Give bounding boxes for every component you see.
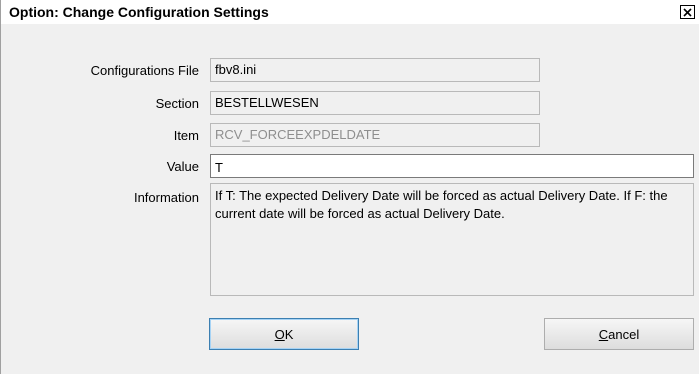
- value-label: Value: [166, 159, 199, 174]
- section-field: BESTELLWESEN: [210, 91, 540, 115]
- cancel-mnemonic: C: [598, 326, 609, 342]
- information-label: Information: [133, 190, 199, 205]
- item-label: Item: [173, 128, 199, 143]
- cancel-label-rest: ancel: [608, 326, 640, 342]
- ok-label-rest: K: [284, 326, 294, 342]
- value-input[interactable]: [210, 154, 694, 178]
- change-configuration-dialog: Option: Change Configuration Settings Co…: [0, 0, 699, 374]
- ok-button[interactable]: OK: [209, 318, 359, 350]
- section-label: Section: [155, 96, 199, 111]
- dialog-title: Option: Change Configuration Settings: [9, 4, 269, 20]
- close-button[interactable]: [680, 5, 695, 19]
- item-field: RCV_FORCEEXPDELDATE: [210, 123, 540, 147]
- cancel-button[interactable]: Cancel: [544, 318, 694, 350]
- title-bar[interactable]: Option: Change Configuration Settings: [1, 0, 699, 24]
- ok-mnemonic: O: [274, 326, 285, 342]
- close-icon: [683, 7, 692, 17]
- config-file-field: fbv8.ini: [210, 58, 540, 82]
- information-text: If T: The expected Delivery Date will be…: [210, 183, 694, 296]
- config-file-label: Configurations File: [90, 63, 199, 78]
